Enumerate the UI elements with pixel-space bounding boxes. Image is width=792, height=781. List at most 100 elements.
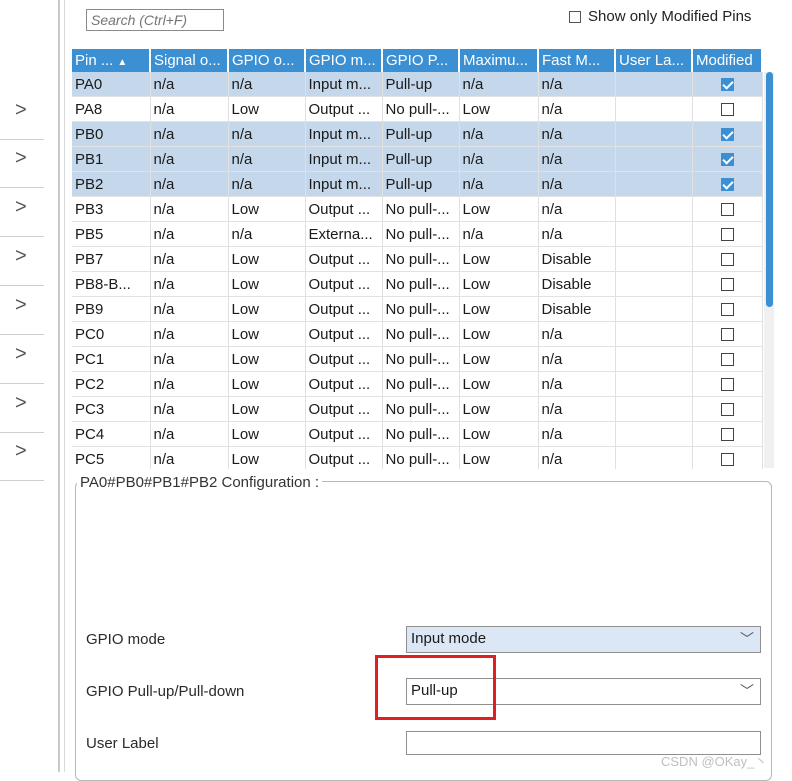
column-header-modified[interactable]: Modified (692, 49, 763, 72)
modified-checkbox[interactable] (720, 378, 734, 392)
modified-checkbox[interactable] (720, 303, 734, 317)
column-header-signal[interactable]: Signal o... (150, 49, 229, 72)
modified-checkbox[interactable] (720, 78, 734, 92)
cell-modified (692, 96, 763, 122)
chevron-right-icon[interactable]: > (15, 196, 27, 219)
cell-modified (692, 446, 763, 469)
panel-divider (64, 0, 65, 772)
show-modified-checkbox[interactable] (569, 10, 581, 23)
cell-signal: n/a (150, 446, 229, 469)
table-row[interactable]: PC4 n/a Low Output ... No pull-... Low n/a (72, 421, 763, 447)
table-row[interactable]: PC3 n/a Low Output ... No pull-... Low n/a (72, 396, 763, 422)
cell-fast-mode: n/a (538, 146, 616, 172)
chevron-down-icon[interactable]: ﹀ (740, 629, 754, 649)
cell-gpio-mode: Output ... (305, 271, 383, 297)
column-header-gpio-pull[interactable]: GPIO P... (382, 49, 460, 72)
nav-expand-row[interactable]: > (0, 139, 44, 188)
table-row[interactable]: PC5 n/a Low Output ... No pull-... Low n/a (72, 446, 763, 469)
cell-gpio-pull: Pull-up (382, 121, 460, 147)
modified-checkbox[interactable] (720, 253, 734, 267)
nav-expand-row[interactable]: > (0, 91, 44, 140)
modified-checkbox[interactable] (720, 178, 734, 192)
search-input[interactable] (86, 9, 224, 31)
nav-expand-row[interactable]: > (0, 335, 44, 384)
cell-max-speed: Low (459, 296, 539, 322)
nav-expand-row[interactable]: > (0, 286, 44, 335)
cell-modified (692, 271, 763, 297)
modified-checkbox[interactable] (720, 103, 734, 117)
show-modified-toggle[interactable]: Show only Modified Pins (569, 8, 751, 25)
table-row[interactable]: PB8-B... n/a Low Output ... No pull-... Low Di… (72, 271, 763, 297)
scrollbar-thumb[interactable] (766, 72, 773, 307)
column-header-max-speed[interactable]: Maximu... (459, 49, 539, 72)
cell-gpio-mode: Output ... (305, 446, 383, 469)
chevron-right-icon[interactable]: > (15, 99, 27, 122)
chevron-right-icon[interactable]: > (15, 343, 27, 366)
cell-signal: n/a (150, 196, 229, 222)
cell-gpio-output: Low (228, 271, 306, 297)
gpio-mode-select[interactable]: Input mode ﹀ (406, 626, 761, 653)
chevron-right-icon[interactable]: > (15, 147, 27, 170)
column-header-user-label[interactable]: User La... (615, 49, 693, 72)
table-row[interactable]: PB0 n/a n/a Input m... Pull-up n/a n/a (72, 121, 763, 147)
pin-table: Pin ... ▲ Signal o... GPIO o... GPIO m...… (72, 49, 775, 469)
cell-pin: PB1 (72, 146, 151, 172)
cell-signal: n/a (150, 72, 229, 97)
chevron-down-icon[interactable]: ﹀ (740, 681, 754, 701)
table-row[interactable]: PB9 n/a Low Output ... No pull-... Low Disable (72, 296, 763, 322)
modified-checkbox[interactable] (720, 228, 734, 242)
cell-signal: n/a (150, 96, 229, 122)
cell-gpio-pull: No pull-... (382, 396, 460, 422)
modified-checkbox[interactable] (720, 403, 734, 417)
show-modified-label: Show only Modified Pins (588, 8, 752, 25)
table-row[interactable]: PA0 n/a n/a Input m... Pull-up n/a n/a (72, 72, 763, 97)
table-row[interactable]: PB5 n/a n/a Externa... No pull-... n/a n/a (72, 221, 763, 247)
table-row[interactable]: PB1 n/a n/a Input m... Pull-up n/a n/a (72, 146, 763, 172)
table-row[interactable]: PC1 n/a Low Output ... No pull-... Low n/a (72, 346, 763, 372)
modified-checkbox[interactable] (720, 203, 734, 217)
table-row[interactable]: PC0 n/a Low Output ... No pull-... Low n/a (72, 321, 763, 347)
table-row[interactable]: PB2 n/a n/a Input m... Pull-up n/a n/a (72, 171, 763, 197)
cell-max-speed: Low (459, 421, 539, 447)
nav-expand-row[interactable]: > (0, 188, 44, 237)
cell-gpio-mode: Input m... (305, 121, 383, 147)
modified-checkbox[interactable] (720, 278, 734, 292)
modified-checkbox[interactable] (720, 453, 734, 467)
table-row[interactable]: PB7 n/a Low Output ... No pull-... Low Disable (72, 246, 763, 272)
cell-modified (692, 72, 763, 97)
cell-gpio-mode: Output ... (305, 421, 383, 447)
nav-expand-row[interactable]: > (0, 237, 44, 286)
nav-expand-row[interactable]: > (0, 384, 44, 433)
cell-user-label (615, 371, 693, 397)
table-scrollbar[interactable] (764, 72, 774, 468)
column-header-pin[interactable]: Pin ... ▲ (72, 49, 151, 72)
modified-checkbox[interactable] (720, 353, 734, 367)
chevron-right-icon[interactable]: > (15, 392, 27, 415)
modified-checkbox[interactable] (720, 328, 734, 342)
modified-checkbox[interactable] (720, 428, 734, 442)
cell-signal: n/a (150, 321, 229, 347)
table-row[interactable]: PC2 n/a Low Output ... No pull-... Low n/a (72, 371, 763, 397)
modified-checkbox[interactable] (720, 153, 734, 167)
nav-expand-row[interactable]: > (0, 432, 44, 481)
chevron-right-icon[interactable]: > (15, 294, 27, 317)
cell-pin: PB0 (72, 121, 151, 147)
table-header-row: Pin ... ▲ Signal o... GPIO o... GPIO m...… (72, 49, 763, 72)
column-header-gpio-output[interactable]: GPIO o... (228, 49, 306, 72)
cell-max-speed: n/a (459, 121, 539, 147)
cell-gpio-pull: No pull-... (382, 446, 460, 469)
table-row[interactable]: PB3 n/a Low Output ... No pull-... Low n/a (72, 196, 763, 222)
chevron-right-icon[interactable]: > (15, 245, 27, 268)
cell-max-speed: Low (459, 96, 539, 122)
chevron-right-icon[interactable]: > (15, 440, 27, 463)
table-row[interactable]: PA8 n/a Low Output ... No pull-... Low n/a (72, 96, 763, 122)
column-header-fast-mode[interactable]: Fast M... (538, 49, 616, 72)
cell-gpio-pull: No pull-... (382, 96, 460, 122)
panel-divider (58, 0, 60, 772)
cell-gpio-pull: No pull-... (382, 421, 460, 447)
modified-checkbox[interactable] (720, 128, 734, 142)
cell-pin: PC0 (72, 321, 151, 347)
cell-signal: n/a (150, 371, 229, 397)
cell-gpio-output: Low (228, 196, 306, 222)
column-header-gpio-mode[interactable]: GPIO m... (305, 49, 383, 72)
